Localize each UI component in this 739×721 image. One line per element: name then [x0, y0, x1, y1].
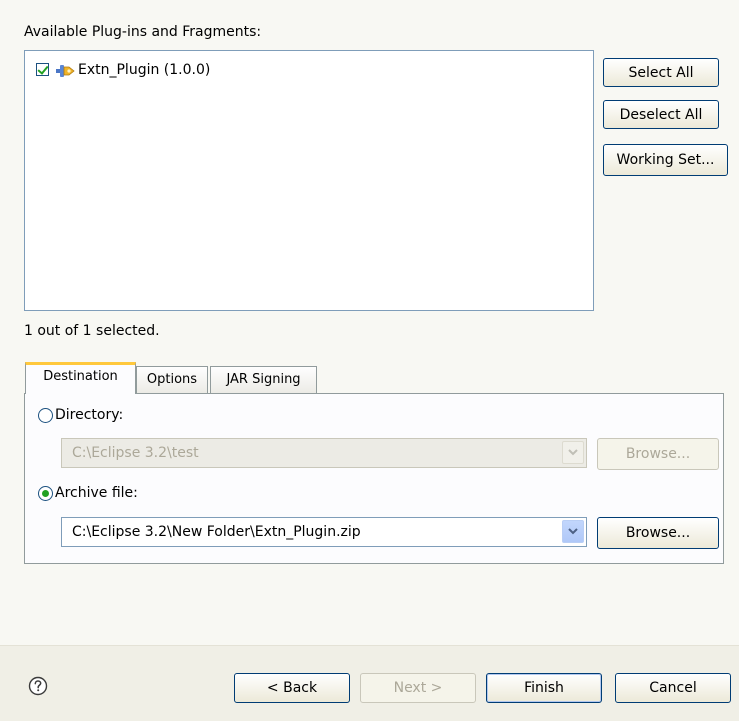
- archive-combo-value: C:\Eclipse 3.2\New Folder\Extn_Plugin.zi…: [72, 524, 361, 540]
- tab-destination[interactable]: Destination: [25, 362, 136, 394]
- back-button[interactable]: < Back: [234, 673, 350, 703]
- directory-combo: C:\Eclipse 3.2\test: [61, 438, 587, 468]
- plugin-list[interactable]: Extn_Plugin (1.0.0): [24, 50, 594, 311]
- archive-label: Archive file:: [55, 485, 138, 501]
- next-button: Next >: [360, 673, 476, 703]
- plugin-label: Extn_Plugin (1.0.0): [78, 62, 211, 78]
- directory-browse-button: Browse...: [597, 438, 719, 470]
- finish-button[interactable]: Finish: [486, 673, 602, 703]
- deselect-all-button[interactable]: Deselect All: [603, 100, 719, 129]
- cancel-button[interactable]: Cancel: [615, 673, 731, 703]
- working-set-button[interactable]: Working Set...: [603, 144, 728, 176]
- archive-combo[interactable]: C:\Eclipse 3.2\New Folder\Extn_Plugin.zi…: [61, 517, 587, 547]
- help-icon[interactable]: [28, 676, 48, 696]
- plugins-heading: Available Plug-ins and Fragments:: [24, 24, 262, 40]
- plugin-icon: [55, 63, 77, 83]
- directory-combo-value: C:\Eclipse 3.2\test: [72, 445, 199, 461]
- archive-radio[interactable]: [38, 486, 53, 501]
- list-item[interactable]: Extn_Plugin (1.0.0): [36, 61, 336, 81]
- selection-status: 1 out of 1 selected.: [24, 323, 160, 339]
- directory-radio[interactable]: [38, 408, 53, 423]
- chevron-down-icon[interactable]: [562, 520, 584, 543]
- chevron-down-icon: [562, 441, 584, 464]
- checkbox-extn-plugin[interactable]: [36, 63, 49, 76]
- tab-jar-signing[interactable]: JAR Signing: [210, 366, 317, 393]
- select-all-button[interactable]: Select All: [603, 58, 719, 87]
- directory-label: Directory:: [55, 407, 124, 423]
- tab-options[interactable]: Options: [136, 366, 208, 393]
- archive-browse-button[interactable]: Browse...: [597, 517, 719, 549]
